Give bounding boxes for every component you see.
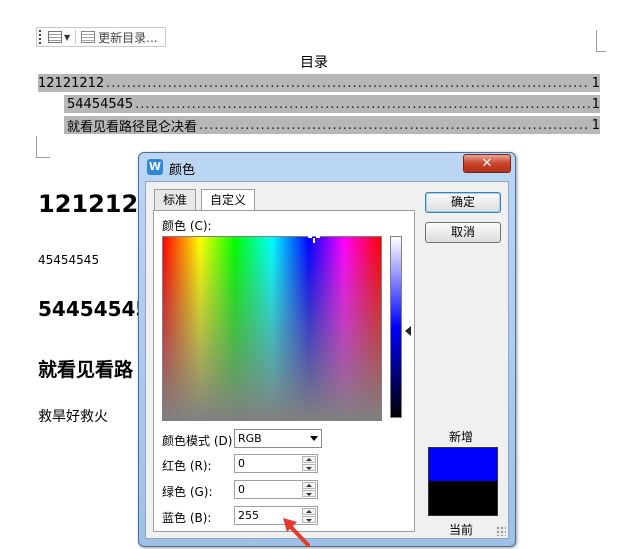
update-toc-button[interactable]: 更新目录... [79, 29, 159, 45]
page-corner-right [596, 30, 606, 52]
update-toc-icon [81, 31, 96, 43]
toc-toolbar: ▼ 更新目录... [36, 27, 166, 47]
spin-up-icon[interactable] [302, 508, 316, 515]
green-spin-buttons [302, 482, 316, 497]
luminance-slider[interactable] [390, 236, 402, 418]
dialog-titlebar[interactable]: W 颜色 ✕ [139, 153, 515, 179]
toc-list-icon [48, 31, 62, 43]
colors-label: 颜色 (C): [162, 219, 212, 233]
new-color-swatch [428, 447, 498, 481]
color-mode-select[interactable]: RGB [234, 429, 322, 448]
document-paragraph: 救旱好救火 [38, 409, 108, 425]
resize-grip-icon[interactable] [496, 526, 506, 536]
custom-color-panel: 颜色 (C): 颜色模式 (D) RGB 红色 (R): 0 绿色 (G): 0… [153, 210, 415, 532]
annotation-arrow-icon [283, 518, 310, 547]
toc-style-button[interactable]: ▼ [46, 29, 72, 45]
blue-value: 255 [238, 509, 259, 522]
wps-writer-icon: W [147, 159, 163, 175]
spin-up-icon[interactable] [302, 456, 316, 463]
new-color-label: 新增 [449, 430, 474, 444]
toc-entry-page: 1 [591, 75, 600, 91]
toc-entry[interactable]: 54454545 ...............................… [64, 95, 600, 113]
document-heading-3: 就看见看路 [38, 359, 134, 381]
toc-leader-dots: ........................................… [106, 75, 590, 91]
toolbar-separator [75, 30, 77, 44]
close-button[interactable]: ✕ [463, 154, 511, 173]
blue-label: 蓝色 (B): [162, 511, 212, 525]
toc-leader-dots: ........................................… [199, 117, 590, 133]
toc-entry-page: 1 [591, 96, 600, 112]
tab-standard[interactable]: 标准 [154, 189, 197, 210]
crosshair-icon [308, 236, 320, 244]
red-spin-buttons [302, 456, 316, 471]
spin-up-icon[interactable] [302, 482, 316, 489]
green-value: 0 [238, 483, 245, 496]
cancel-button[interactable]: 取消 [425, 222, 501, 243]
toc-entry-page: 1 [591, 117, 600, 133]
color-mode-value: RGB [238, 432, 262, 445]
document-paragraph: 45454545 [38, 253, 100, 267]
red-spinbox[interactable]: 0 [234, 454, 318, 473]
color-dialog: W 颜色 ✕ 标准 自定义 颜色 (C): 颜色模式 (D) RGB 红色 (R… [138, 152, 516, 547]
arrow-shaft [287, 523, 310, 547]
spin-down-icon[interactable] [302, 490, 316, 497]
toc-entry[interactable]: 就看见看路径昆仑决看 .............................… [64, 116, 600, 134]
toc-entry-text: 12121212 [38, 75, 105, 91]
dialog-title: 颜色 [169, 163, 196, 178]
chevron-down-icon [310, 436, 318, 441]
toc-entry-text: 54454545 [67, 96, 134, 112]
document-heading-2: 54454545 [38, 297, 150, 321]
dialog-client: 标准 自定义 颜色 (C): 颜色模式 (D) RGB 红色 (R): 0 绿色… [145, 181, 509, 539]
color-mode-label: 颜色模式 (D) [162, 434, 233, 448]
red-value: 0 [238, 457, 245, 470]
toolbar-grip[interactable] [39, 30, 43, 44]
toc-entry[interactable]: 12121212 ...............................… [38, 74, 600, 92]
green-label: 绿色 (G): [162, 485, 213, 499]
current-color-swatch [428, 481, 498, 516]
toc-title: 目录 [300, 55, 328, 71]
toc-leader-dots: ........................................… [135, 96, 590, 112]
toc-entry-text: 就看见看路径昆仑决看 [67, 119, 198, 135]
color-spectrum[interactable] [162, 236, 382, 421]
ok-button[interactable]: 确定 [425, 192, 501, 213]
toc-bracket [36, 136, 50, 158]
green-spinbox[interactable]: 0 [234, 480, 318, 499]
tab-custom[interactable]: 自定义 [201, 189, 256, 211]
luminance-arrow-icon[interactable] [405, 326, 411, 336]
current-color-label: 当前 [449, 523, 474, 537]
update-toc-label: 更新目录... [98, 30, 158, 45]
red-label: 红色 (R): [162, 459, 212, 473]
spin-down-icon[interactable] [302, 464, 316, 471]
caret-down-icon: ▼ [64, 32, 71, 42]
